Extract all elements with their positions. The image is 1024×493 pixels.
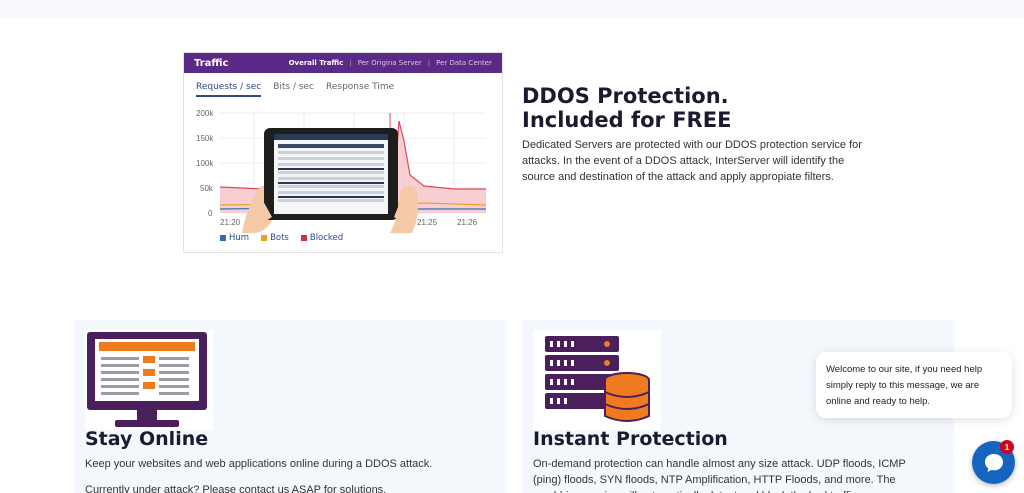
x-tick-2120: 21:20 <box>220 218 241 227</box>
tab-per-data-center: Per Data Center <box>436 59 492 67</box>
stay-online-card: Stay Online Keep your websites and web a… <box>74 320 506 493</box>
monitor-icon <box>85 330 213 430</box>
legend-bots: Bots <box>261 233 289 243</box>
tab-overall-traffic: Overall Traffic <box>288 59 344 67</box>
y-tick-100k: 100k <box>196 159 214 168</box>
tablet-in-hands-illustration <box>242 128 419 233</box>
chat-unread-badge: 1 <box>1000 440 1014 454</box>
top-band <box>0 0 1024 18</box>
legend-blocked-label: Blocked <box>309 233 344 243</box>
ddos-heading-line2: Included for FREE <box>522 108 732 132</box>
ddos-heading: DDOS Protection. Included for FREE <box>522 84 882 132</box>
legend-humans: Hum <box>220 233 249 243</box>
stay-online-contact-text: Currently under attack? Please contact u… <box>85 484 387 493</box>
ddos-description: Dedicated Servers are protected with our… <box>522 139 862 183</box>
stay-online-title: Stay Online <box>85 428 209 450</box>
x-tick-2126: 21:26 <box>457 218 478 227</box>
legend-bots-swatch <box>261 234 268 241</box>
legend-bots-label: Bots <box>270 233 289 243</box>
server-database-icon <box>533 330 661 430</box>
tab-per-origin-server: Per Origina Server <box>357 59 422 67</box>
tab-separator: | <box>427 59 431 67</box>
instant-protection-text: On-demand protection can handle almost a… <box>533 458 906 493</box>
chat-welcome-message: Welcome to our site, if you need help si… <box>826 364 983 407</box>
legend-humans-label: Hum <box>229 233 250 243</box>
y-tick-150k: 150k <box>196 134 214 143</box>
legend-blocked: Blocked <box>300 233 344 243</box>
x-tick-2125: 21:25 <box>417 218 438 227</box>
stay-online-text: Keep your websites and web applications … <box>85 458 433 470</box>
legend-humans-swatch <box>220 234 226 241</box>
traffic-panel-title: Traffic <box>194 57 229 69</box>
traffic-chart: 200k 150k 100k 50k 0 21:20 21:25 21:26 <box>196 109 487 233</box>
chart-legend: Hum Bots Blocked <box>220 233 343 243</box>
chat-welcome-bubble[interactable]: Welcome to our site, if you need help si… <box>816 352 1012 418</box>
legend-blocked-swatch <box>300 234 307 241</box>
y-tick-200k: 200k <box>196 109 214 118</box>
y-tick-0: 0 <box>208 209 213 218</box>
y-tick-50k: 50k <box>200 184 214 193</box>
traffic-panel-tabs: Overall Traffic | Per Origina Server | P… <box>289 59 492 67</box>
subtab-bits: Bits / sec <box>273 82 315 92</box>
traffic-panel-header: Traffic Overall Traffic | Per Origina Se… <box>184 53 502 73</box>
page: Traffic Overall Traffic | Per Origina Se… <box>0 0 1024 493</box>
instant-protection-title: Instant Protection <box>533 428 728 450</box>
ddos-heading-line1: DDOS Protection. <box>522 84 729 108</box>
subtab-response-time: Response Time <box>326 82 395 92</box>
chat-icon <box>984 453 1003 472</box>
traffic-subtabs: Requests / sec Bits / sec Response Time <box>184 73 502 97</box>
traffic-panel-image: Traffic Overall Traffic | Per Origina Se… <box>183 52 503 253</box>
subtab-requests: Requests / sec <box>196 82 262 97</box>
tab-separator: | <box>349 59 352 67</box>
